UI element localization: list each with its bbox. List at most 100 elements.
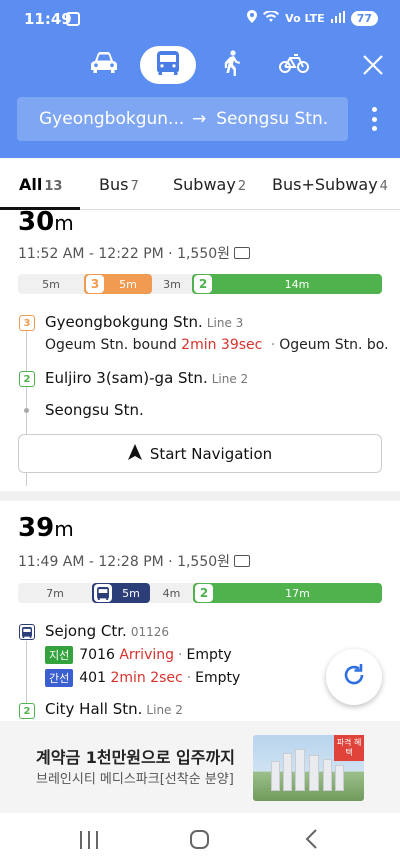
card-separator bbox=[0, 491, 400, 501]
route-times: 11:52 AM - 12:22 PM · 1,550원 bbox=[18, 243, 251, 263]
signal-icon bbox=[330, 10, 345, 26]
line3-segment-badge: 3 bbox=[86, 275, 104, 293]
line2-segment-time: 17m bbox=[285, 586, 310, 600]
tab-bus[interactable]: Bus 7 bbox=[99, 175, 139, 194]
recent-apps-button[interactable] bbox=[80, 831, 98, 849]
bus-seat-status: Empty bbox=[186, 647, 232, 663]
bus-arrival-row[interactable]: 지선 7016 Arriving · Empty bbox=[45, 646, 232, 664]
transport-mode-selector bbox=[0, 44, 400, 88]
route-time-fare: 11:52 AM - 12:22 PM · 1,550원 bbox=[18, 246, 231, 262]
tab-label: Bus+Subway bbox=[272, 175, 378, 194]
tab-count: 2 bbox=[237, 179, 247, 194]
boarding-station[interactable]: Gyeongbokgung Stn. Line 3 bbox=[45, 313, 243, 331]
bus-stop[interactable]: Sejong Ctr. 01126 bbox=[45, 622, 169, 640]
navigation-arrow-icon bbox=[127, 443, 142, 464]
bus-arrival-time: Arriving bbox=[119, 647, 175, 663]
bus-arrival-time: 2min 2sec bbox=[110, 670, 183, 686]
bus-icon bbox=[157, 51, 179, 79]
bus-segment: 5m bbox=[92, 583, 150, 603]
transfer-station[interactable]: City Hall Stn. Line 2 bbox=[45, 700, 183, 718]
refresh-icon bbox=[341, 662, 367, 692]
screenshot-icon bbox=[66, 12, 80, 26]
more-options-button[interactable] bbox=[362, 104, 386, 134]
tab-count: 13 bbox=[44, 179, 63, 194]
mode-walk-button[interactable] bbox=[204, 46, 260, 84]
line2-segment-badge: 2 bbox=[194, 275, 212, 293]
route-time-fare: 11:49 AM - 12:28 PM · 1,550원 bbox=[18, 554, 231, 570]
station-line: Line 2 bbox=[211, 372, 249, 386]
bus-type-badge: 간선 bbox=[45, 669, 74, 687]
station-name: Gyeongbokgung Stn. bbox=[45, 313, 203, 331]
line3-segment-time: 5m bbox=[119, 277, 137, 291]
duration-value: 30 bbox=[18, 207, 55, 237]
tab-count: 7 bbox=[130, 179, 139, 194]
tab-bus-subway[interactable]: Bus+Subway 4 bbox=[272, 175, 388, 194]
tab-subway[interactable]: Subway 2 bbox=[173, 175, 246, 194]
separator: · bbox=[186, 670, 192, 686]
arrival-time: 2min 39sec bbox=[181, 337, 263, 353]
line2-segment: 2 17m bbox=[193, 583, 382, 603]
close-button[interactable] bbox=[356, 50, 390, 84]
back-button[interactable] bbox=[304, 828, 318, 856]
arrival-detail: Ogeum Stn. bound 2min 39sec · Ogeum Stn. … bbox=[45, 337, 390, 353]
route-origin[interactable]: Gyeongbokgun... bbox=[39, 109, 184, 129]
ad-promo-badge: 파격 혜택 bbox=[334, 735, 364, 761]
route-summary-field[interactable]: Gyeongbokgun... → Seongsu Stn. bbox=[17, 97, 348, 141]
line2-badge: 2 bbox=[19, 371, 35, 387]
stop-name: Sejong Ctr. bbox=[45, 622, 127, 640]
station-line: Line 3 bbox=[206, 316, 244, 330]
line2-badge: 2 bbox=[19, 703, 35, 719]
transfer-station[interactable]: Euljiro 3(sam)-ga Stn. Line 2 bbox=[45, 369, 248, 387]
separator: · bbox=[178, 647, 183, 663]
walk-segment: 5m bbox=[42, 277, 60, 291]
app-header: 11:49 Vo LTE 77 Gyeongbokgun... → Seongs… bbox=[0, 0, 400, 158]
mode-car-button[interactable] bbox=[76, 46, 132, 84]
line2-segment-badge: 2 bbox=[195, 584, 213, 602]
car-icon bbox=[91, 52, 117, 78]
ad-title: 계약금 1천만원으로 입주까지 bbox=[36, 748, 235, 767]
battery-indicator: 77 bbox=[350, 10, 378, 26]
status-icons: Vo LTE 77 bbox=[247, 9, 378, 26]
destination-dot bbox=[24, 408, 29, 413]
separator: · bbox=[270, 337, 276, 353]
bus-seat-status: Empty bbox=[195, 670, 241, 686]
station-name: City Hall Stn. bbox=[45, 700, 143, 718]
network-label: Vo LTE bbox=[285, 11, 325, 25]
bus-arrival-row[interactable]: 간선 401 2min 2sec · Empty bbox=[45, 669, 240, 687]
status-bar: 11:49 Vo LTE 77 bbox=[0, 0, 400, 38]
transit-card-icon bbox=[234, 247, 251, 259]
location-icon bbox=[247, 10, 258, 26]
line2-segment-time: 14m bbox=[284, 277, 310, 291]
route-destination[interactable]: Seongsu Stn. bbox=[216, 109, 328, 129]
walk-segment: 3m bbox=[163, 277, 181, 291]
walk-icon bbox=[223, 50, 241, 80]
ad-subtitle: 브레인시티 메디스파크[선착순 분양] bbox=[36, 772, 234, 787]
refresh-button[interactable] bbox=[326, 649, 382, 705]
route-duration: 39m bbox=[18, 513, 74, 543]
mode-bus-button[interactable] bbox=[140, 46, 196, 84]
home-button[interactable] bbox=[190, 830, 209, 849]
line3-segment: 3 5m bbox=[84, 274, 152, 294]
bus-number: 7016 bbox=[79, 647, 115, 663]
bus-segment-time: 5m bbox=[122, 586, 140, 600]
route-duration: 30m bbox=[18, 207, 74, 237]
start-navigation-button[interactable]: Start Navigation bbox=[18, 434, 382, 473]
duration-value: 39 bbox=[18, 513, 55, 543]
tab-all[interactable]: All 13 bbox=[19, 175, 62, 194]
more-dot bbox=[371, 116, 377, 122]
destination-station[interactable]: Seongsu Stn. bbox=[45, 401, 144, 419]
mode-bike-button[interactable] bbox=[266, 46, 322, 84]
station-name: Euljiro 3(sam)-ga Stn. bbox=[45, 369, 208, 387]
route-timeline-bar: 5m 3 5m 3m 2 14m bbox=[18, 274, 382, 294]
bike-icon bbox=[279, 52, 309, 78]
route-result-card[interactable]: 30m 11:52 AM - 12:22 PM · 1,550원 5m 3 5m… bbox=[0, 207, 400, 491]
tab-label: Bus bbox=[99, 175, 129, 194]
walk-segment: 4m bbox=[162, 586, 181, 600]
route-arrow-icon: → bbox=[192, 109, 207, 129]
duration-unit: m bbox=[54, 517, 74, 541]
more-dot bbox=[371, 107, 377, 112]
line3-badge: 3 bbox=[19, 315, 35, 331]
system-navigation-bar bbox=[0, 813, 400, 866]
tab-count: 4 bbox=[379, 179, 388, 194]
tab-label: Subway bbox=[173, 175, 236, 194]
